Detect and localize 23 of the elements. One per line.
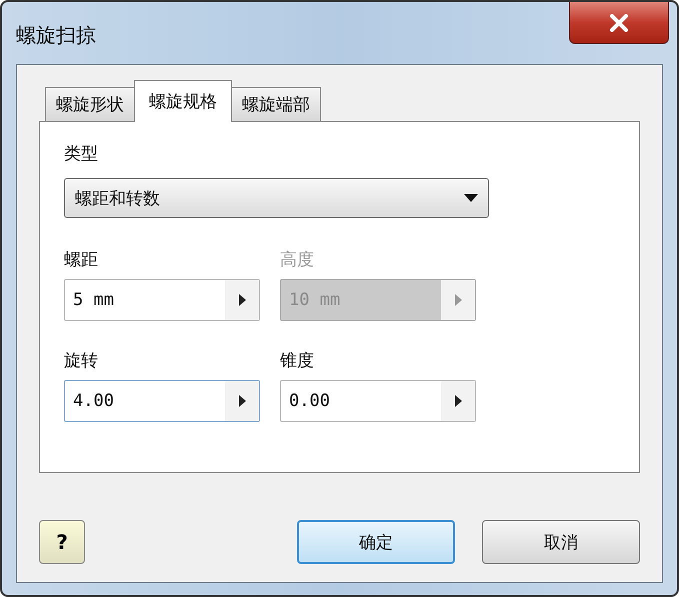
caret-icon: [464, 194, 478, 202]
close-icon: [608, 14, 630, 32]
arrow-icon: [238, 395, 246, 407]
ok-button[interactable]: 确定: [297, 520, 455, 564]
tab[interactable]: 螺旋端部: [231, 87, 321, 121]
close-button[interactable]: [569, 2, 669, 44]
tab[interactable]: 螺旋规格: [134, 80, 232, 122]
arrow-icon: [238, 294, 246, 306]
field-label: 锥度: [280, 350, 315, 371]
tab[interactable]: 螺旋形状: [45, 87, 135, 121]
field-label: 类型: [64, 143, 99, 164]
input-field[interactable]: 4.00: [64, 380, 260, 422]
arrow-icon: [454, 395, 462, 407]
input-field[interactable]: 5 mm: [64, 279, 260, 321]
input-field[interactable]: 0.00: [280, 380, 476, 422]
field-label: 高度: [280, 249, 315, 270]
field-label: 旋转: [64, 350, 99, 371]
field-label: 螺距: [64, 249, 99, 270]
window-title: 螺旋扫掠: [16, 22, 96, 48]
cancel-button[interactable]: 取消: [482, 520, 640, 564]
arrow-icon: [454, 294, 462, 306]
help-button[interactable]: ?: [39, 520, 85, 564]
type-dropdown[interactable]: 螺距和转数: [64, 178, 489, 218]
